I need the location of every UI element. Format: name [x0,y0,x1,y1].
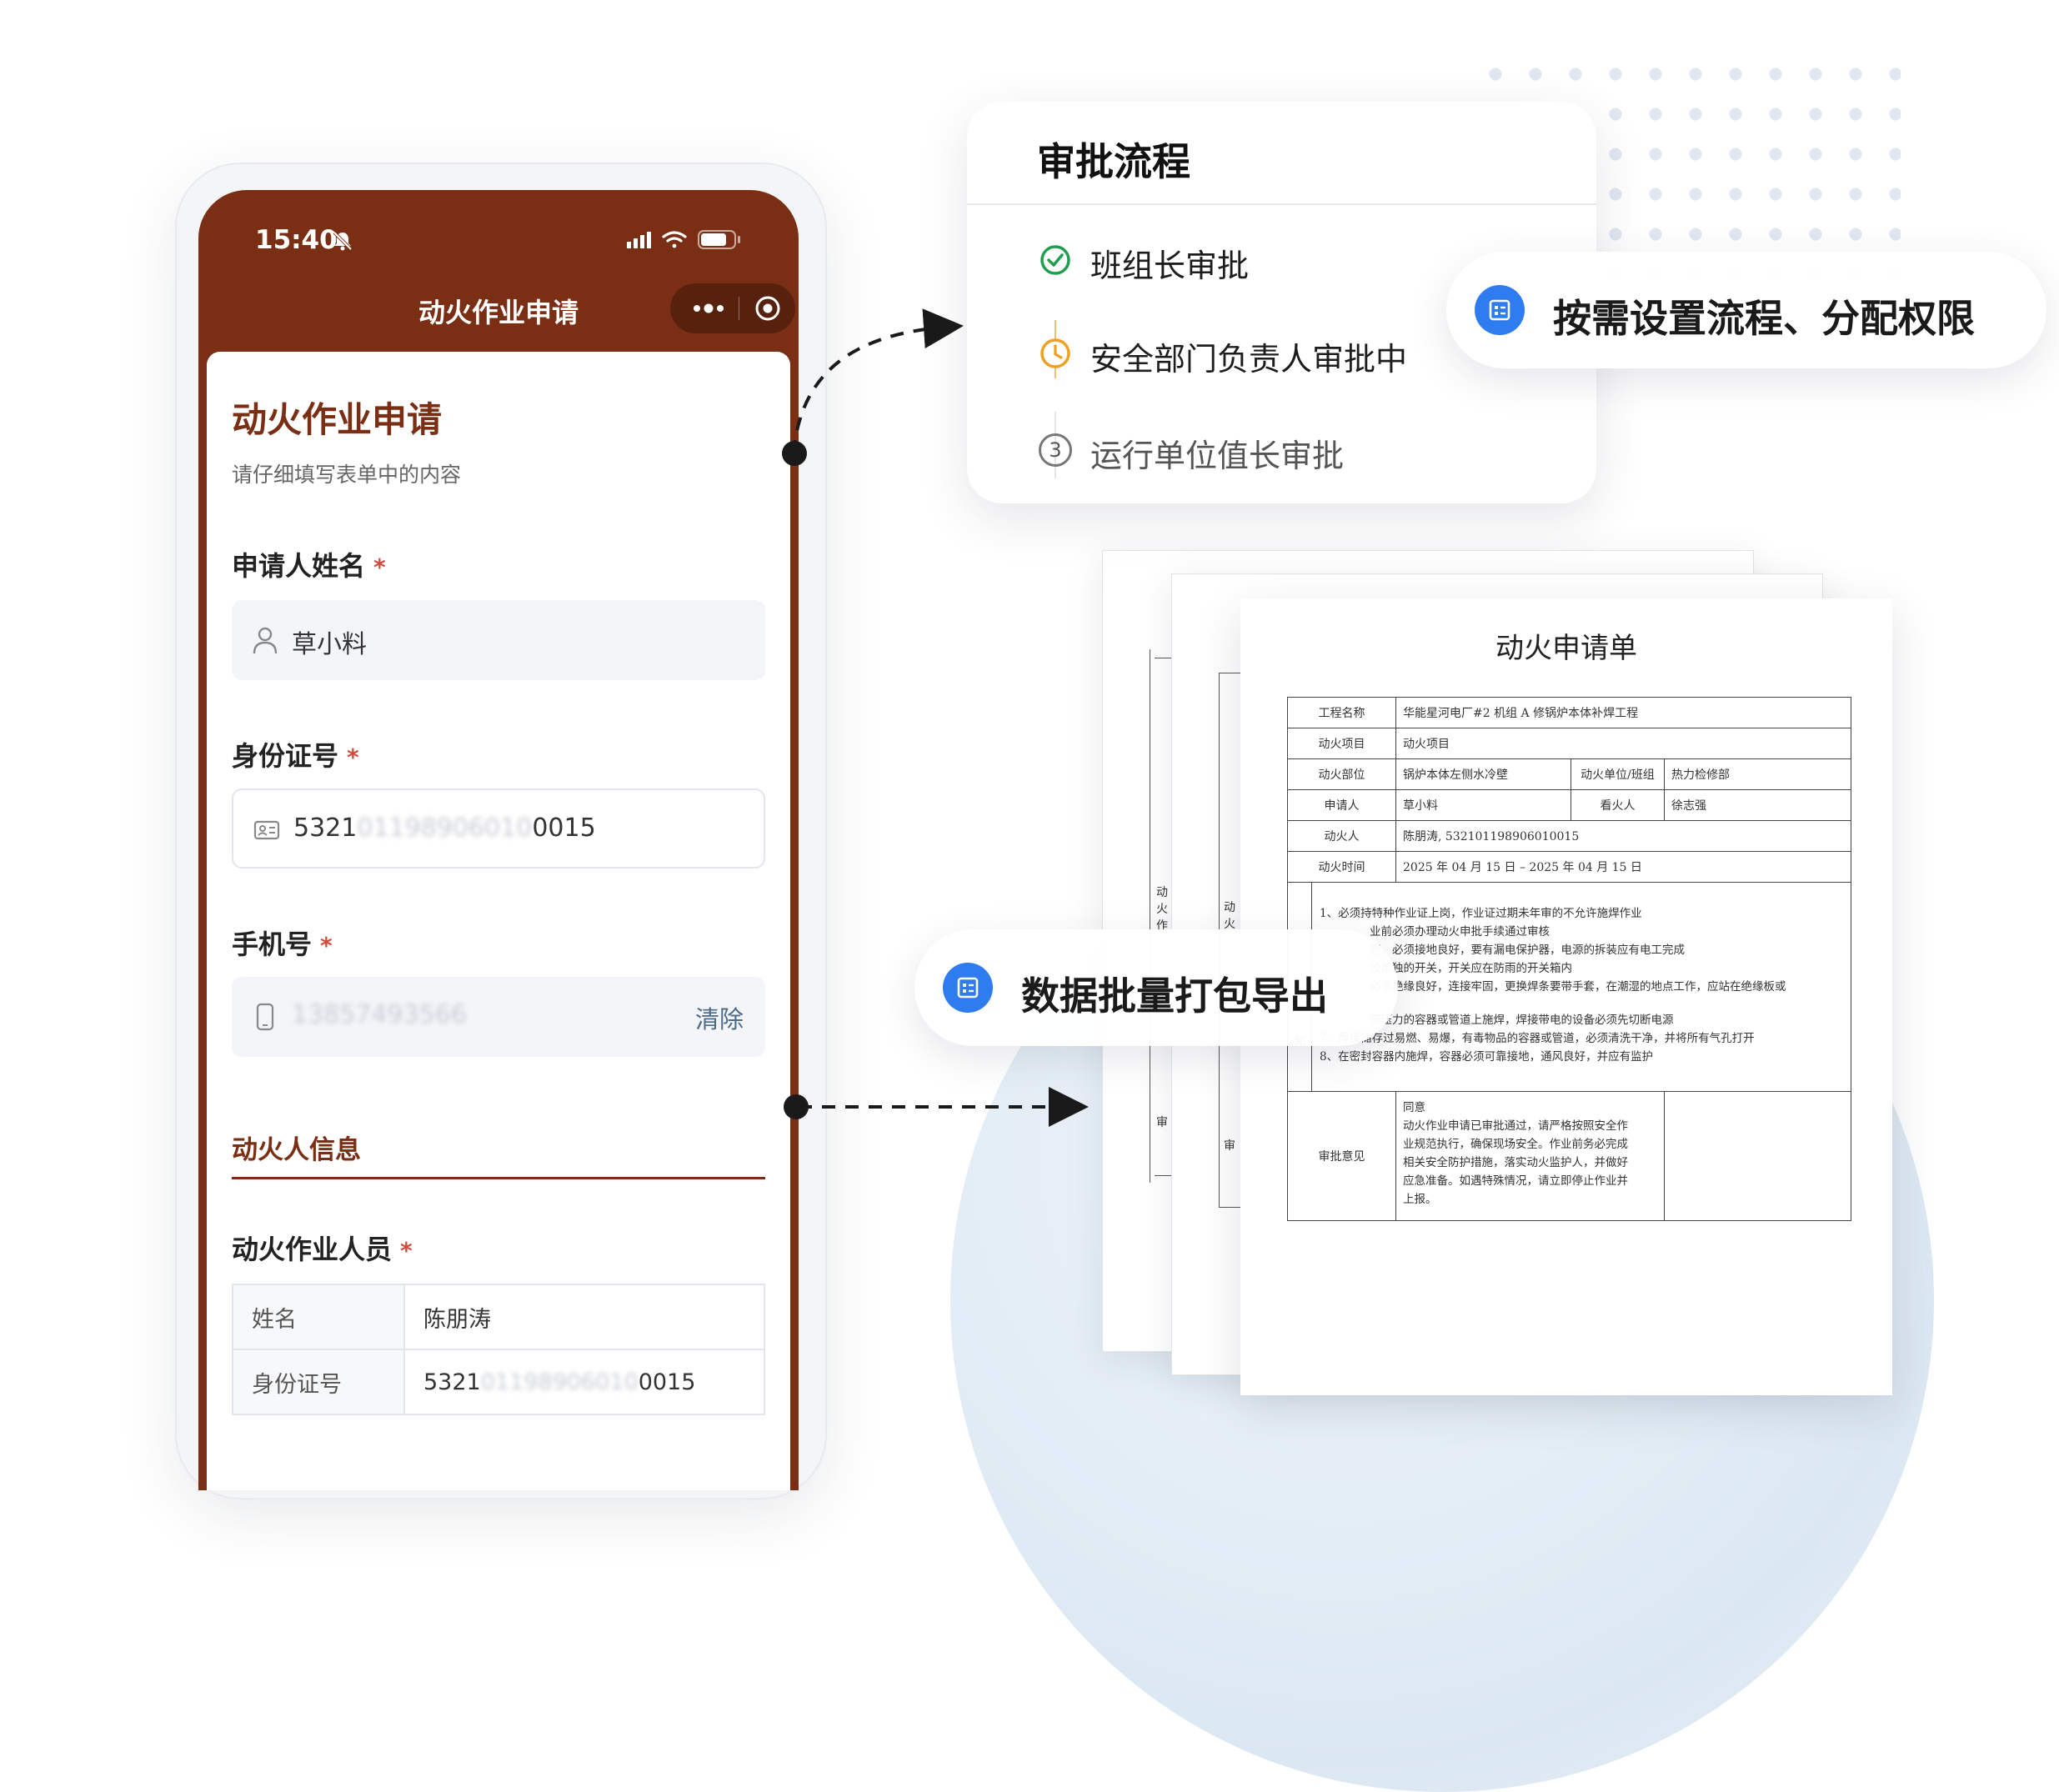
step-number-badge: 3 [1039,433,1072,467]
approval-divider [967,203,1596,205]
form-badge-icon [1475,285,1525,335]
approval-title: 审批流程 [1037,139,1190,184]
pill-export-text: 数据批量打包导出 [1021,974,1328,1019]
approval-step-3: 3 运行单位值长审批 [967,425,1596,475]
clock-icon [1040,338,1070,368]
feature-pill-process: 按需设置流程、分配权限 [1446,252,2046,368]
pill-process-text: 按需设置流程、分配权限 [1553,296,1975,341]
check-circle-icon [1040,245,1070,275]
connector-to-approval [782,308,964,466]
form-badge-icon [943,963,993,1013]
connector-to-document [784,1087,1089,1127]
feature-pill-export: 数据批量打包导出 [914,929,1398,1046]
